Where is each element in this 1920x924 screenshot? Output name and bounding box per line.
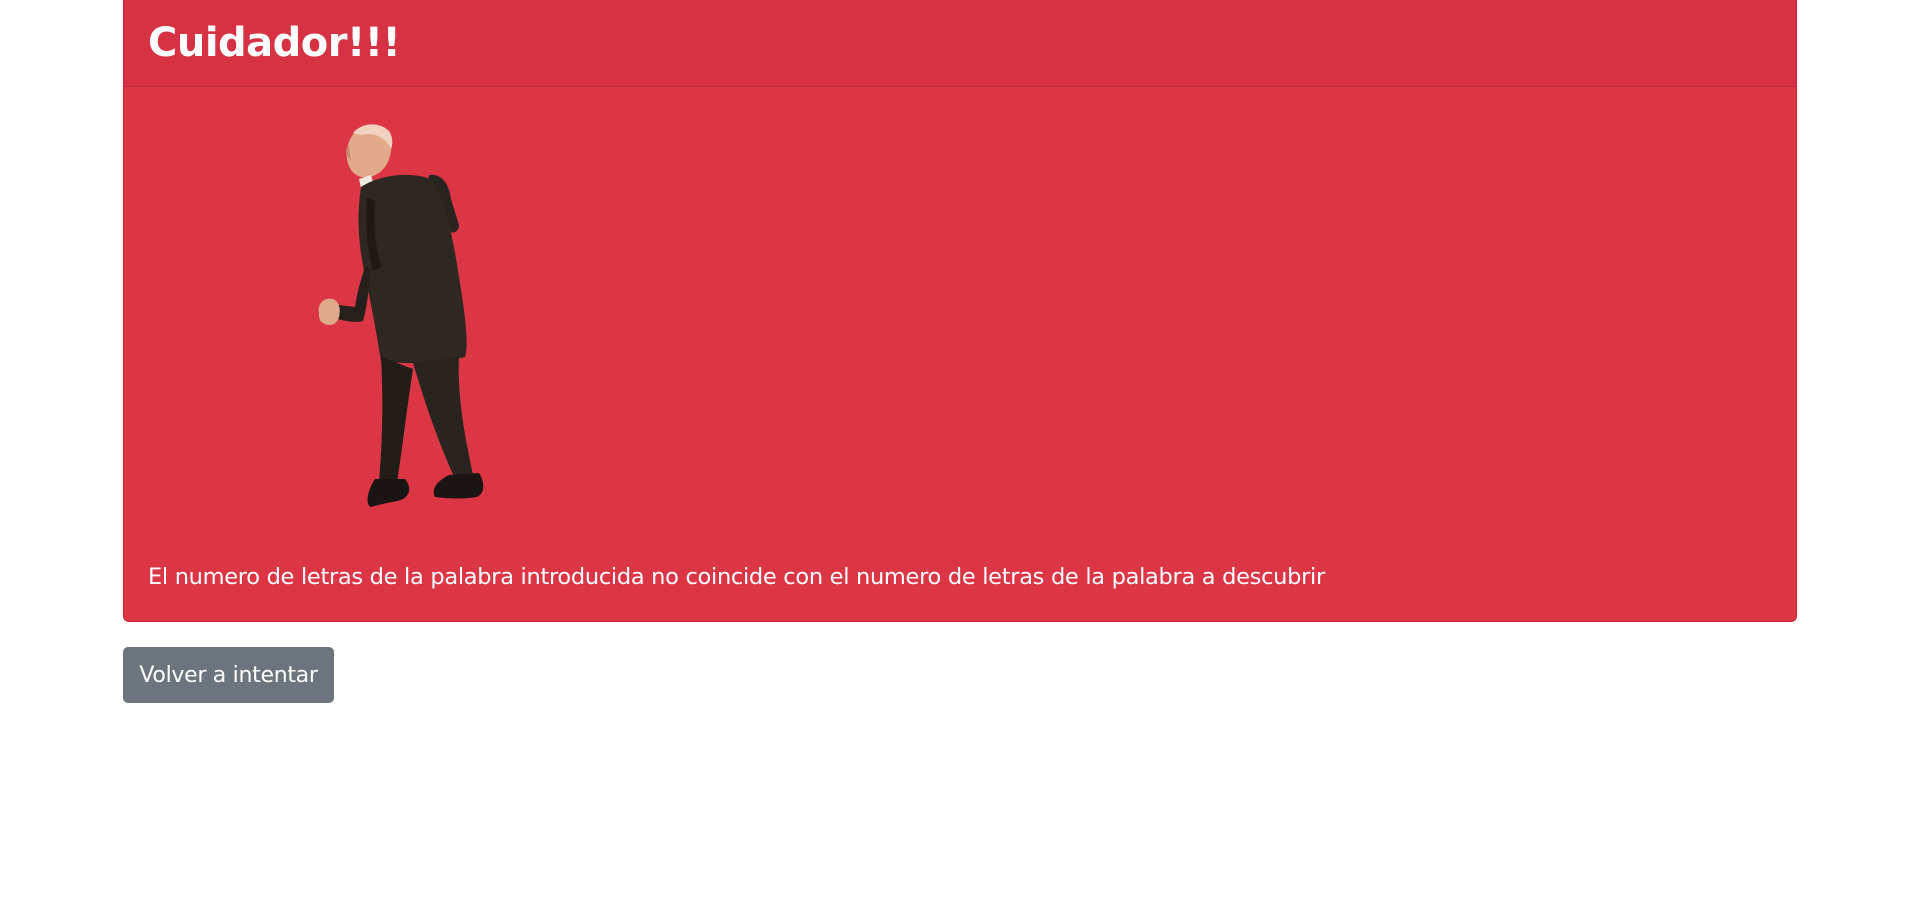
alert-message: El numero de letras de la palabra introd… bbox=[148, 564, 1325, 590]
error-alert-card: Cuidador!!! El numero de letras de la pa… bbox=[123, 0, 1797, 622]
retry-button[interactable]: Volver a intentar bbox=[123, 647, 334, 703]
walking-man-image bbox=[318, 124, 484, 507]
alert-body: El numero de letras de la palabra introd… bbox=[124, 87, 1796, 621]
page-container: Cuidador!!! El numero de letras de la pa… bbox=[123, 0, 1797, 703]
alert-title: Cuidador!!! bbox=[148, 20, 401, 66]
alert-header: Cuidador!!! bbox=[124, 0, 1796, 87]
